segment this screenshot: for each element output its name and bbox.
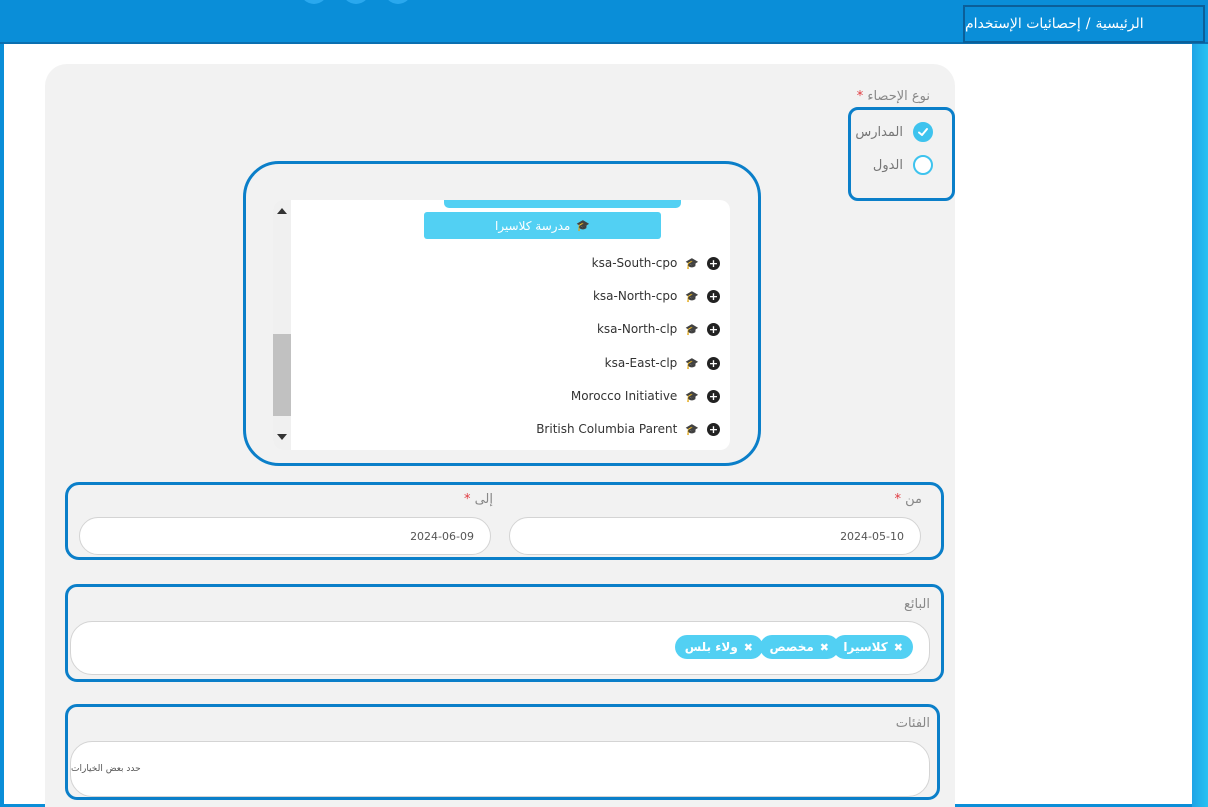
tree-item-label: Morocco Initiative [570, 389, 678, 403]
plus-circle-icon[interactable]: + [707, 422, 720, 436]
graduation-cap-icon: 🎓 [685, 389, 699, 403]
tree-item-label: ksa-North-clp [596, 322, 678, 336]
right-edge-strip [1192, 44, 1208, 807]
radio-schools[interactable]: المدارس [855, 122, 933, 142]
plus-circle-icon[interactable]: + [707, 256, 720, 270]
plus-circle-icon[interactable]: + [707, 389, 720, 403]
plus-circle-icon[interactable]: + [707, 289, 720, 303]
tree-item-label: ksa-East-clp [604, 356, 678, 370]
graduation-cap-icon: 🎓 [685, 322, 699, 336]
close-icon[interactable]: ✖ [894, 641, 903, 654]
scroll-up-arrow-icon[interactable] [277, 208, 287, 214]
tree-item[interactable]: + 🎓 ksa-East-clp [605, 353, 720, 373]
close-icon[interactable]: ✖ [820, 641, 829, 654]
tree-scrollbar[interactable] [273, 200, 291, 450]
radio-schools-label: المدارس [855, 124, 903, 140]
graduation-cap-icon: 🎓 [685, 356, 699, 370]
categories-multiselect[interactable]: حدد بعض الخيارات [70, 741, 930, 797]
tree-item[interactable]: + 🎓 ksa-South-cpo [592, 253, 720, 273]
tree-item-label: ksa-North-cpo [592, 289, 678, 303]
vendor-tag-label: مخصص [769, 640, 814, 654]
to-date-input[interactable]: 2024-06-09 [79, 517, 491, 555]
breadcrumb: الرئيسية / إحصائيات الإستخدام [963, 5, 1205, 43]
stat-type-radio-group: المدارس الدول [848, 107, 955, 201]
tree-root-node[interactable]: 🎓 مدرسة كلاسيرا [424, 212, 661, 239]
tree-item[interactable]: + 🎓 Morocco Initiative [571, 386, 720, 406]
vendor-multiselect[interactable]: ✖ كلاسيرا ✖ مخصص ✖ ولاء بلس [70, 621, 930, 675]
schools-tree: 🎓 مدرسة كلاسيرا + 🎓 ksa-South-cpo + 🎓 ks… [273, 200, 730, 450]
radio-countries[interactable]: الدول [873, 155, 933, 175]
to-label: إلى * [463, 492, 493, 507]
graduation-cap-icon: 🎓 [576, 219, 591, 232]
vendor-tag: ✖ ولاء بلس [674, 635, 763, 659]
stat-type-label: نوع الإحصاء * [856, 89, 930, 104]
graduation-cap-icon: 🎓 [685, 256, 699, 270]
vendor-tag-label: كلاسيرا [843, 640, 888, 654]
tree-item-label: ksa-South-cpo [591, 256, 678, 270]
tree-item[interactable]: + 🎓 ksa-North-cpo [593, 286, 720, 306]
vendor-tag: ✖ مخصص [759, 635, 839, 659]
close-icon[interactable]: ✖ [744, 641, 753, 654]
tree-item[interactable]: + 🎓 British Columbia Parent [536, 419, 720, 439]
breadcrumb-home[interactable]: الرئيسية [1095, 16, 1143, 32]
scroll-down-arrow-icon[interactable] [277, 434, 287, 440]
tree-item[interactable]: + 🎓 ksa-North-clp [597, 319, 720, 339]
tree-previous-node [444, 200, 681, 208]
categories-label: الفئات [895, 716, 930, 731]
plus-circle-icon[interactable]: + [707, 356, 720, 370]
vendor-label: البائع [904, 597, 930, 612]
tree-root-label: مدرسة كلاسيرا [494, 218, 571, 233]
vendor-tag: ✖ كلاسيرا [833, 635, 913, 659]
breadcrumb-separator: / [1085, 16, 1091, 32]
graduation-cap-icon: 🎓 [685, 289, 699, 303]
form-card: نوع الإحصاء * المدارس الدول 🎓 مدرسة كلاس… [45, 64, 955, 807]
tree-item-label: British Columbia Parent [536, 422, 678, 436]
breadcrumb-current: إحصائيات الإستخدام [965, 16, 1081, 32]
from-date-input[interactable]: 2024-05-10 [509, 517, 921, 555]
header-avatars [300, 0, 412, 4]
plus-circle-icon[interactable]: + [707, 322, 720, 336]
from-label: من * [894, 492, 923, 507]
vendor-tag-label: ولاء بلس [684, 640, 738, 654]
radio-checked-icon[interactable] [913, 122, 933, 142]
scroll-thumb[interactable] [273, 334, 291, 416]
graduation-cap-icon: 🎓 [685, 422, 699, 436]
radio-unchecked-icon[interactable] [913, 155, 933, 175]
radio-countries-label: الدول [872, 157, 903, 173]
page-content: نوع الإحصاء * المدارس الدول 🎓 مدرسة كلاس… [4, 44, 1192, 807]
